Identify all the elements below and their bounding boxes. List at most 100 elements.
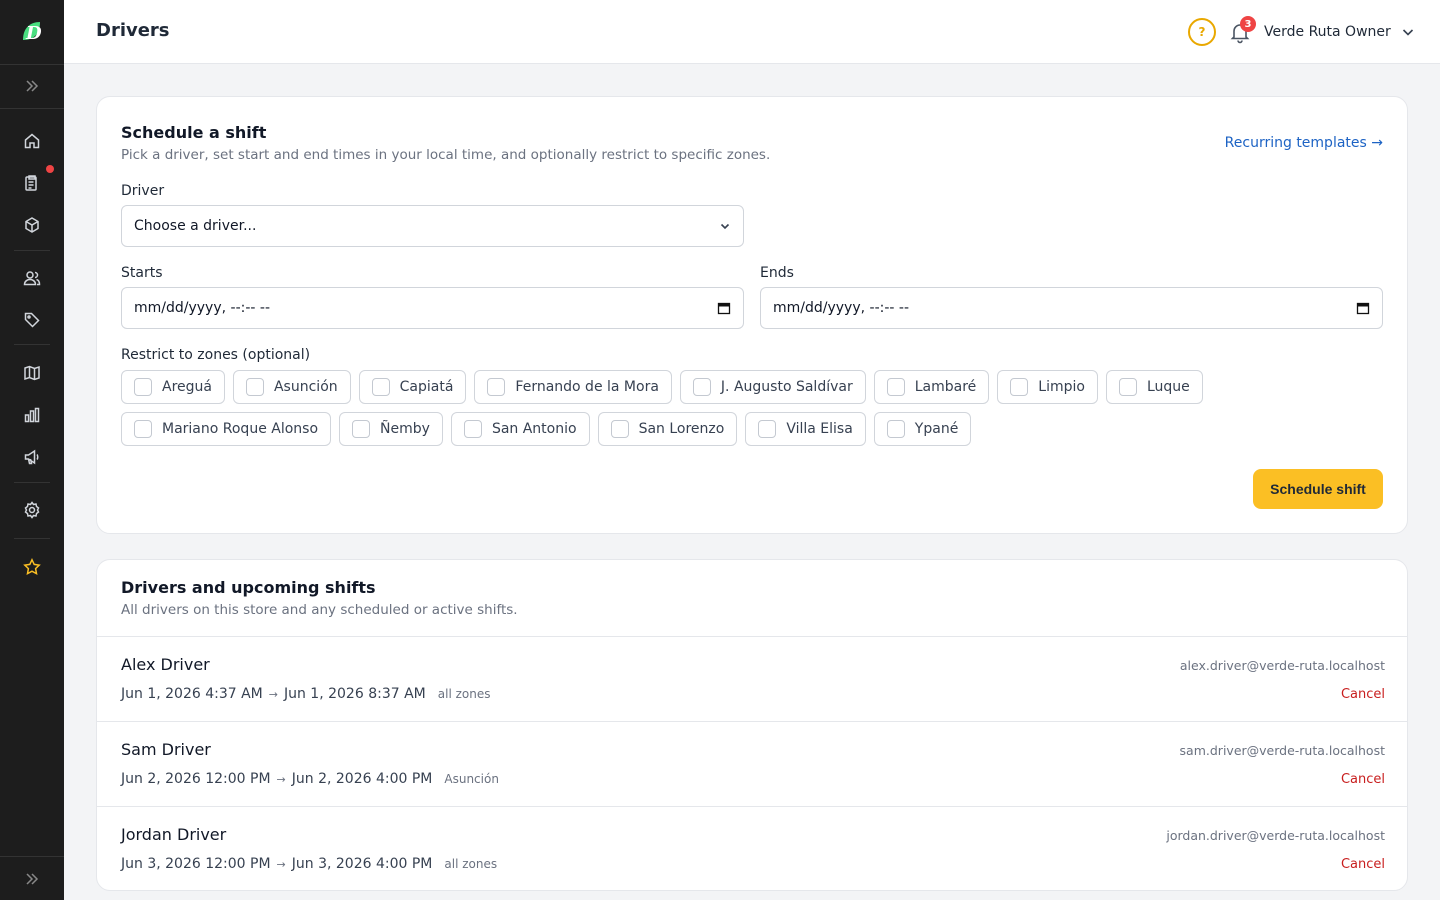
- schedule-title: Schedule a shift: [121, 123, 267, 142]
- starts-label: Starts: [121, 265, 163, 281]
- checkbox-icon[interactable]: [245, 378, 264, 396]
- shift-end: Jun 1, 2026 8:37 AM: [283, 686, 426, 702]
- zone-checkbox[interactable]: Villa Elisa: [745, 412, 866, 446]
- zone-checkbox[interactable]: Capiatá: [358, 370, 467, 404]
- calendar-icon[interactable]: [1356, 301, 1370, 315]
- notification-dot: [46, 165, 54, 173]
- cancel-shift-button[interactable]: Cancel: [1341, 687, 1385, 702]
- sidebar-item-catalog[interactable]: [0, 353, 64, 393]
- driver-email: alex.driver@verde-ruta.localhost: [1179, 658, 1385, 673]
- sidebar-item-favorites[interactable]: [0, 547, 64, 587]
- sidebar-item-analytics[interactable]: [0, 395, 64, 435]
- driver-select-value: Choose a driver...: [134, 218, 257, 234]
- sidebar-divider: [0, 108, 64, 109]
- checkbox-icon[interactable]: [352, 420, 371, 438]
- checkbox-icon[interactable]: [886, 420, 905, 438]
- shifts-title: Drivers and upcoming shifts: [121, 578, 376, 597]
- checkbox-icon[interactable]: [371, 378, 390, 396]
- zone-label: Lambaré: [914, 379, 977, 395]
- driver-select[interactable]: Choose a driver...: [121, 205, 744, 247]
- svg-text:D: D: [25, 23, 42, 44]
- help-button[interactable]: ?: [1188, 18, 1216, 46]
- arrow-right-icon: →: [268, 688, 278, 701]
- shift-end: Jun 2, 2026 4:00 PM: [291, 771, 433, 787]
- driver-row: Alex Driver Jun 1, 2026 4:37 AM → Jun 1,…: [97, 636, 1407, 721]
- zone-label: Ypané: [914, 421, 959, 437]
- zone-label: Fernando de la Mora: [515, 379, 659, 395]
- sidebar-item-customers[interactable]: [0, 258, 64, 298]
- brand-logo[interactable]: D: [0, 0, 64, 64]
- zone-checkbox[interactable]: Asunción: [232, 370, 351, 404]
- cancel-shift-button[interactable]: Cancel: [1341, 772, 1385, 787]
- sidebar-item-marketing[interactable]: [0, 437, 64, 477]
- sidebar-divider: [14, 250, 50, 251]
- checkbox-icon[interactable]: [1118, 378, 1137, 396]
- checkbox-icon[interactable]: [886, 378, 905, 396]
- checkbox-icon[interactable]: [134, 378, 152, 396]
- driver-email: sam.driver@verde-ruta.localhost: [1179, 743, 1385, 758]
- zone-checkbox[interactable]: Fernando de la Mora: [474, 370, 672, 404]
- sidebar-item-products[interactable]: [0, 205, 64, 245]
- zone-checkbox[interactable]: Ñemby: [339, 412, 443, 446]
- zone-label: Capiatá: [399, 379, 454, 395]
- logo-icon: D: [23, 22, 42, 44]
- sidebar-item-promotions[interactable]: [0, 300, 64, 340]
- sidebar-item-settings[interactable]: [0, 490, 64, 530]
- shift-start: Jun 2, 2026 12:00 PM: [121, 771, 271, 787]
- checkbox-icon[interactable]: [1010, 378, 1029, 396]
- shift-times: Jun 1, 2026 4:37 AM → Jun 1, 2026 8:37 A…: [121, 686, 490, 702]
- checkbox-icon[interactable]: [610, 420, 629, 438]
- chevron-down-icon: [1402, 29, 1413, 36]
- user-menu[interactable]: Verde Ruta Owner: [1264, 20, 1415, 44]
- orders-icon: [25, 175, 37, 191]
- driver-name: Sam Driver: [121, 740, 211, 759]
- zone-checkbox[interactable]: J. Augusto Saldívar: [679, 370, 866, 404]
- driver-row: Sam Driver Jun 2, 2026 12:00 PM → Jun 2,…: [97, 721, 1407, 806]
- sidebar: D: [0, 0, 64, 900]
- zone-label: J. Augusto Saldívar: [720, 379, 853, 395]
- sidebar-divider: [14, 344, 50, 345]
- notification-badge: 3: [1240, 16, 1256, 32]
- checkbox-icon[interactable]: [463, 420, 482, 438]
- calendar-icon[interactable]: [717, 301, 731, 315]
- zone-checkbox[interactable]: Limpio: [997, 370, 1098, 404]
- zone-checkbox[interactable]: Luque: [1105, 370, 1203, 404]
- shift-zones: all zones: [444, 857, 498, 871]
- chevron-down-icon: [720, 223, 730, 230]
- schedule-subtitle: Pick a driver, set start and end times i…: [121, 147, 771, 163]
- arrow-right-icon: →: [276, 858, 286, 871]
- zone-checkbox[interactable]: Lambaré: [873, 370, 990, 404]
- shift-zones: all zones: [437, 687, 491, 701]
- users-icon: [23, 271, 41, 286]
- sidebar-collapse-button[interactable]: [0, 856, 64, 900]
- sidebar-expand-button[interactable]: [0, 64, 64, 108]
- zone-checkbox[interactable]: Mariano Roque Alonso: [121, 412, 332, 446]
- cancel-shift-button[interactable]: Cancel: [1341, 857, 1385, 872]
- zone-checkbox[interactable]: San Antonio: [450, 412, 590, 446]
- checkbox-icon[interactable]: [134, 420, 152, 438]
- top-header: Drivers ? 3 Verde Ruta Owner: [64, 0, 1440, 64]
- sidebar-item-home[interactable]: [0, 121, 64, 161]
- schedule-shift-button[interactable]: Schedule shift: [1253, 469, 1383, 509]
- driver-row: Jordan Driver Jun 3, 2026 12:00 PM → Jun…: [97, 806, 1407, 890]
- checkbox-icon[interactable]: [487, 378, 506, 396]
- zone-checkbox[interactable]: Areguá: [121, 370, 225, 404]
- zone-label: Villa Elisa: [786, 421, 853, 437]
- recurring-templates-link[interactable]: Recurring templates →: [1225, 135, 1383, 151]
- shifts-subtitle: All drivers on this store and any schedu…: [121, 602, 518, 618]
- zone-chip-list: Areguá Asunción Capiatá Fernando de la Mora…: [121, 370, 1391, 446]
- ends-datetime-input[interactable]: mm/dd/yyyy, --:-- --: [760, 287, 1383, 329]
- zone-label: San Antonio: [491, 421, 577, 437]
- zone-checkbox[interactable]: San Lorenzo: [597, 412, 738, 446]
- sidebar-divider: [14, 538, 50, 539]
- zone-checkbox[interactable]: Ypané: [873, 412, 972, 446]
- checkbox-icon[interactable]: [692, 378, 711, 396]
- checkbox-icon[interactable]: [758, 420, 777, 438]
- help-icon: ?: [1198, 25, 1206, 39]
- sidebar-item-orders[interactable]: [0, 163, 64, 203]
- drivers-shifts-card: Drivers and upcoming shifts All drivers …: [96, 559, 1408, 891]
- arrow-right-icon: →: [276, 773, 286, 786]
- zones-label: Restrict to zones (optional): [121, 347, 311, 363]
- starts-datetime-input[interactable]: mm/dd/yyyy, --:-- --: [121, 287, 744, 329]
- shift-start: Jun 3, 2026 12:00 PM: [121, 856, 271, 872]
